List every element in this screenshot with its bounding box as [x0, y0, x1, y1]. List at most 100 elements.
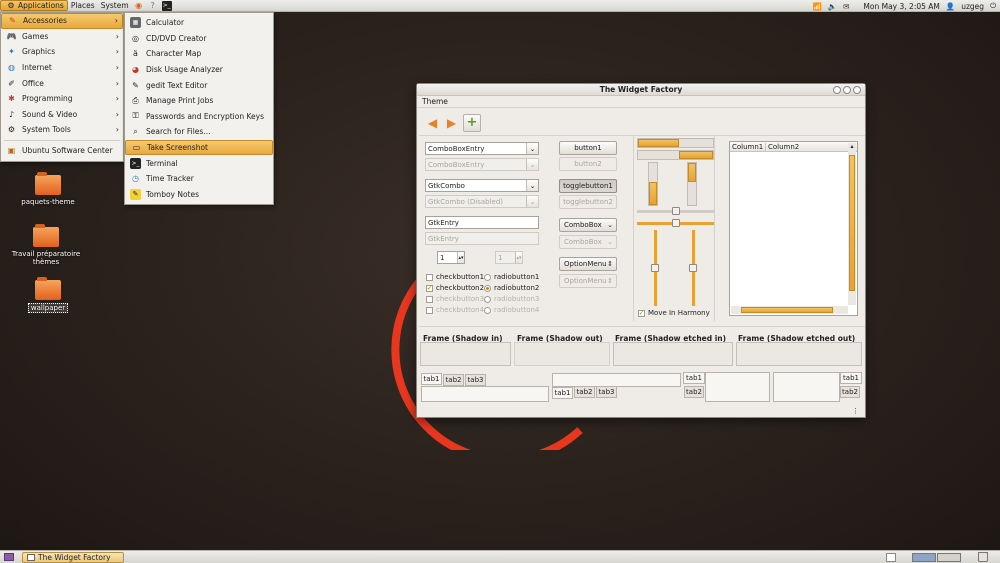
tab-label: tab1: [423, 375, 440, 383]
tab-tab3[interactable]: tab3: [596, 386, 617, 398]
user-name[interactable]: uzgeg: [961, 2, 984, 11]
desktop-folder-travail[interactable]: Travail préparatoire thèmes: [10, 224, 82, 266]
desktop-folder-paquets-theme[interactable]: paquets-theme: [18, 172, 78, 206]
move-in-harmony-check[interactable]: ✓ Move In Harmony: [638, 309, 710, 317]
theme-menu[interactable]: Theme: [422, 97, 448, 106]
maximize-button[interactable]: [843, 86, 851, 94]
menu-item-search-files[interactable]: ⌕ Search for Files...: [125, 124, 273, 140]
tab-tab2[interactable]: tab2: [684, 386, 704, 398]
slider-handle[interactable]: [671, 219, 680, 227]
column-header[interactable]: Column2: [766, 143, 799, 151]
menu-item-accessories[interactable]: ✎ Accessories ›: [1, 13, 123, 29]
terminal-launcher-icon[interactable]: >_: [161, 0, 172, 11]
spin-arrows-icon[interactable]: ▴▾: [457, 252, 464, 263]
menu-item-gedit[interactable]: ✎ gedit Text Editor: [125, 77, 273, 93]
spinbutton-1[interactable]: 1 ▴▾: [437, 251, 465, 264]
menu-item-time-tracker[interactable]: ◷ Time Tracker: [125, 171, 273, 187]
scroll-up-icon[interactable]: ▴: [848, 143, 856, 150]
hscale-2[interactable]: [637, 219, 714, 227]
updown-icon: ⇕: [607, 277, 613, 285]
combo-text: GtkCombo: [428, 181, 465, 190]
checkbutton2[interactable]: ✓ checkbutton2: [426, 284, 484, 292]
applications-menu[interactable]: ⚙ Applications: [0, 0, 68, 11]
system-menu[interactable]: System: [98, 0, 132, 12]
tab-tab1[interactable]: tab1: [421, 373, 442, 385]
menu-item-terminal[interactable]: >_ Terminal: [125, 155, 273, 171]
gtkcombo[interactable]: GtkCombo ⌄: [425, 179, 539, 192]
togglebutton1[interactable]: togglebutton1: [559, 179, 617, 193]
chevron-down-icon[interactable]: ⌄: [526, 180, 538, 191]
slider-handle[interactable]: [651, 264, 659, 272]
vscale-1[interactable]: [651, 230, 659, 306]
tab-tab2[interactable]: tab2: [574, 386, 595, 398]
gtkentry[interactable]: GtkEntry: [425, 216, 539, 229]
horizontal-scrollbar[interactable]: [731, 306, 848, 314]
tab-tab1[interactable]: tab1: [840, 372, 862, 384]
vscale-2[interactable]: [689, 230, 697, 306]
back-arrow-icon[interactable]: ◀: [425, 115, 440, 130]
mail-icon[interactable]: ✉: [843, 2, 849, 11]
menu-item-software-center[interactable]: ▣ Ubuntu Software Center: [1, 143, 123, 159]
tab-tab1[interactable]: tab1: [683, 372, 705, 384]
slider-handle[interactable]: [689, 264, 697, 272]
forward-arrow-icon[interactable]: ▶: [444, 115, 459, 130]
menu-item-tomboy[interactable]: ✎ Tomboy Notes: [125, 187, 273, 203]
button1[interactable]: button1: [559, 141, 617, 155]
menu-item-passwords[interactable]: ⚿ Passwords and Encryption Keys: [125, 109, 273, 125]
add-icon[interactable]: +: [463, 113, 481, 132]
menu-item-label: Character Map: [146, 49, 202, 59]
menu-item-system-tools[interactable]: ⚙ System Tools ›: [1, 122, 123, 138]
desktop-folder-wallpaper[interactable]: wallpaper: [18, 277, 78, 313]
taskbar-window-button[interactable]: The Widget Factory: [22, 552, 124, 563]
tree-view[interactable]: Column1 Column2 ▴: [729, 141, 858, 316]
menu-item-programming[interactable]: ✱ Programming ›: [1, 91, 123, 107]
close-button[interactable]: [853, 86, 861, 94]
show-desktop-icon[interactable]: [4, 553, 14, 561]
menu-item-sound-video[interactable]: ♪ Sound & Video ›: [1, 107, 123, 123]
menu-item-character-map[interactable]: ä Character Map: [125, 46, 273, 62]
trash-icon[interactable]: [978, 552, 988, 562]
workspace-2[interactable]: [937, 553, 961, 562]
tab-tab3[interactable]: tab3: [465, 374, 486, 386]
window-titlebar[interactable]: The Widget Factory: [417, 84, 865, 96]
menu-item-print-jobs[interactable]: ⎙ Manage Print Jobs: [125, 93, 273, 109]
vertical-scrollbar[interactable]: ▴: [848, 143, 856, 305]
workspace-1[interactable]: [912, 553, 936, 562]
scrollbar-thumb[interactable]: [849, 155, 855, 291]
chevron-right-icon: ›: [115, 47, 119, 57]
minimize-button[interactable]: [833, 86, 841, 94]
menu-item-office[interactable]: ✐ Office ›: [1, 75, 123, 91]
chevron-down-icon[interactable]: ⌄: [526, 143, 538, 154]
checkbutton1[interactable]: checkbutton1: [426, 273, 484, 281]
network-icon[interactable]: 📶: [812, 2, 821, 11]
combobox-1[interactable]: ComboBox ⌄: [559, 218, 617, 232]
firefox-icon[interactable]: ◉: [134, 1, 144, 11]
tab-tab2[interactable]: tab2: [443, 374, 464, 386]
workspace-switcher-icon[interactable]: [886, 553, 896, 562]
radio-label: radiobutton1: [494, 273, 540, 281]
tab-tab2[interactable]: tab2: [840, 386, 860, 398]
comboboxentry-1[interactable]: ComboBoxEntry ⌄: [425, 142, 539, 155]
radiobutton1[interactable]: radiobutton1: [484, 273, 539, 281]
volume-icon[interactable]: 🔈: [828, 2, 837, 11]
menu-item-calculator[interactable]: ▦ Calculator: [125, 15, 273, 31]
slider-handle[interactable]: [671, 207, 680, 215]
menu-item-graphics[interactable]: ✦ Graphics ›: [1, 44, 123, 60]
menu-item-internet[interactable]: ◍ Internet ›: [1, 60, 123, 76]
menu-item-cd-dvd-creator[interactable]: ◎ CD/DVD Creator: [125, 31, 273, 47]
menu-item-disk-usage[interactable]: ◕ Disk Usage Analyzer: [125, 62, 273, 78]
tab-tab1[interactable]: tab1: [552, 387, 573, 399]
radiobutton4: radiobutton4: [484, 306, 539, 314]
power-icon[interactable]: ⏻: [990, 1, 996, 11]
menu-item-games[interactable]: 🎮 Games ›: [1, 29, 123, 45]
help-icon[interactable]: ?: [148, 1, 158, 11]
hscale-1[interactable]: [637, 207, 714, 215]
menu-item-take-screenshot[interactable]: ▭ Take Screenshot: [125, 139, 273, 156]
places-menu[interactable]: Places: [68, 0, 98, 12]
column-header[interactable]: Column1: [730, 142, 766, 151]
scrollbar-thumb[interactable]: [741, 307, 833, 313]
radiobutton2[interactable]: radiobutton2: [484, 284, 539, 292]
optionmenu-1[interactable]: OptionMenu ⇕: [559, 257, 617, 271]
resize-grip-icon[interactable]: ⋮: [852, 407, 859, 415]
clock[interactable]: Mon May 3, 2:05 AM: [863, 2, 939, 11]
